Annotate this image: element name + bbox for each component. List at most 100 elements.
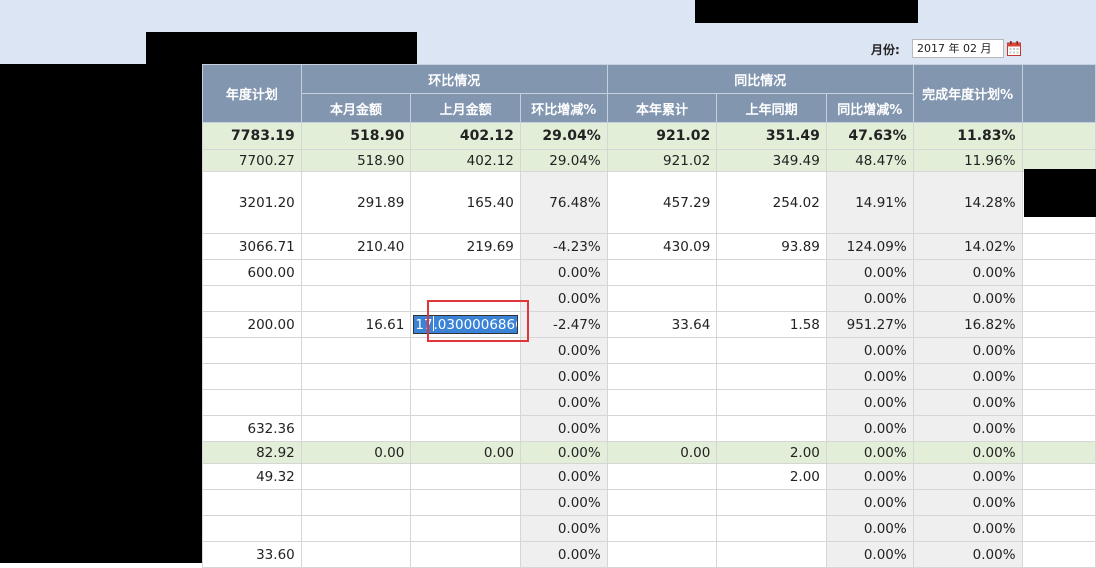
table-cell-extra[interactable]	[1021, 489, 1096, 516]
table-cell[interactable]: 0.00%	[519, 415, 608, 442]
table-cell-extra[interactable]	[1021, 285, 1096, 312]
table-cell-extra[interactable]	[1021, 259, 1096, 286]
table-cell[interactable]: 0.00%	[912, 363, 1023, 390]
table-cell[interactable]: 254.02	[716, 171, 827, 234]
table-cell[interactable]: 165.40	[410, 171, 521, 234]
table-cell[interactable]: 0.00%	[825, 541, 914, 568]
table-cell[interactable]: 33.60	[202, 541, 302, 568]
table-cell[interactable]	[410, 489, 521, 516]
table-cell[interactable]: 48.47%	[825, 149, 914, 172]
table-cell[interactable]	[300, 285, 412, 312]
table-cell[interactable]: 0.00%	[825, 285, 914, 312]
table-cell[interactable]: 0.00	[410, 441, 521, 464]
table-cell[interactable]	[202, 285, 302, 312]
table-cell[interactable]: 0.00	[300, 441, 412, 464]
table-cell[interactable]: 0.00%	[912, 285, 1023, 312]
table-cell-extra[interactable]	[1021, 541, 1096, 568]
table-cell[interactable]	[716, 415, 827, 442]
table-cell[interactable]: 200.00	[202, 311, 302, 338]
table-cell[interactable]: 291.89	[300, 171, 412, 234]
table-cell[interactable]: 0.00%	[912, 337, 1023, 364]
table-cell[interactable]: 457.29	[606, 171, 718, 234]
table-cell[interactable]: 2.00	[716, 441, 827, 464]
table-cell[interactable]: 951.27%	[825, 311, 914, 338]
table-cell[interactable]: 49.32	[202, 463, 302, 490]
table-cell[interactable]: 7700.27	[202, 149, 302, 172]
table-cell-extra[interactable]	[1021, 415, 1096, 442]
table-cell[interactable]: 0.00	[606, 441, 718, 464]
table-cell[interactable]: 0.00%	[519, 389, 608, 416]
table-cell[interactable]	[300, 415, 412, 442]
table-cell[interactable]: 0.00%	[825, 489, 914, 516]
table-cell[interactable]	[410, 463, 521, 490]
table-cell[interactable]: 0.00%	[825, 363, 914, 390]
table-cell[interactable]	[606, 415, 718, 442]
table-cell[interactable]: 0.00%	[519, 259, 608, 286]
table-cell-extra[interactable]	[1021, 233, 1096, 260]
table-cell[interactable]: 210.40	[300, 233, 412, 260]
table-cell[interactable]: 219.69	[410, 233, 521, 260]
table-cell[interactable]	[716, 337, 827, 364]
table-cell[interactable]	[716, 363, 827, 390]
table-cell-extra[interactable]	[1021, 122, 1096, 150]
table-cell[interactable]	[606, 389, 718, 416]
table-cell[interactable]	[300, 463, 412, 490]
table-cell[interactable]: 351.49	[716, 122, 827, 150]
calendar-icon[interactable]	[1007, 41, 1021, 56]
month-input[interactable]: 2017 年 02 月	[912, 39, 1004, 58]
table-cell[interactable]: 82.92	[202, 441, 302, 464]
table-cell[interactable]	[716, 515, 827, 542]
table-cell[interactable]: 29.04%	[519, 122, 608, 150]
table-cell[interactable]: 0.00%	[519, 363, 608, 390]
table-cell[interactable]: 14.28%	[912, 171, 1023, 234]
table-cell[interactable]: 3066.71	[202, 233, 302, 260]
table-cell[interactable]: 16.82%	[912, 311, 1023, 338]
table-cell[interactable]: 0.00%	[519, 515, 608, 542]
table-cell[interactable]: 1.58	[716, 311, 827, 338]
table-cell[interactable]	[410, 515, 521, 542]
table-cell[interactable]: 11.96%	[912, 149, 1023, 172]
table-cell[interactable]: -2.47%	[519, 311, 608, 338]
table-cell[interactable]	[716, 389, 827, 416]
table-cell[interactable]: 600.00	[202, 259, 302, 286]
table-cell[interactable]: 33.64	[606, 311, 718, 338]
table-cell[interactable]: 29.04%	[519, 149, 608, 172]
table-cell[interactable]: 921.02	[606, 122, 718, 150]
table-cell[interactable]: 0.00%	[519, 541, 608, 568]
table-cell[interactable]	[300, 259, 412, 286]
table-cell[interactable]: 3201.20	[202, 171, 302, 234]
table-cell[interactable]	[606, 337, 718, 364]
table-cell[interactable]: 0.00%	[825, 463, 914, 490]
table-cell[interactable]: 11.83%	[912, 122, 1023, 150]
table-cell[interactable]: 16.61	[300, 311, 412, 338]
table-cell[interactable]	[202, 389, 302, 416]
table-cell[interactable]: 349.49	[716, 149, 827, 172]
table-cell[interactable]: 0.00%	[912, 389, 1023, 416]
table-cell[interactable]	[300, 337, 412, 364]
table-cell-extra[interactable]	[1021, 441, 1096, 464]
table-cell[interactable]	[606, 363, 718, 390]
table-cell-extra[interactable]	[1021, 337, 1096, 364]
table-cell[interactable]: 518.90	[300, 149, 412, 172]
table-cell-extra[interactable]	[1021, 515, 1096, 542]
table-cell[interactable]	[202, 515, 302, 542]
table-cell[interactable]: 0.00%	[825, 415, 914, 442]
table-cell[interactable]	[716, 489, 827, 516]
table-cell[interactable]: 921.02	[606, 149, 718, 172]
table-cell[interactable]: 0.00%	[825, 337, 914, 364]
table-cell[interactable]: 0.00%	[912, 415, 1023, 442]
table-cell[interactable]: 0.00%	[912, 489, 1023, 516]
table-cell[interactable]: 0.00%	[825, 259, 914, 286]
table-cell[interactable]	[300, 489, 412, 516]
table-cell[interactable]	[410, 363, 521, 390]
table-cell[interactable]: 124.09%	[825, 233, 914, 260]
table-cell[interactable]	[300, 515, 412, 542]
table-cell-extra[interactable]	[1021, 463, 1096, 490]
table-cell[interactable]: 0.00%	[519, 489, 608, 516]
table-cell[interactable]: 402.12	[410, 122, 521, 150]
table-cell[interactable]: 0.00%	[519, 463, 608, 490]
table-cell[interactable]: 14.91%	[825, 171, 914, 234]
table-cell[interactable]: 0.00%	[912, 463, 1023, 490]
table-cell[interactable]: 0.00%	[912, 515, 1023, 542]
table-cell[interactable]	[300, 389, 412, 416]
